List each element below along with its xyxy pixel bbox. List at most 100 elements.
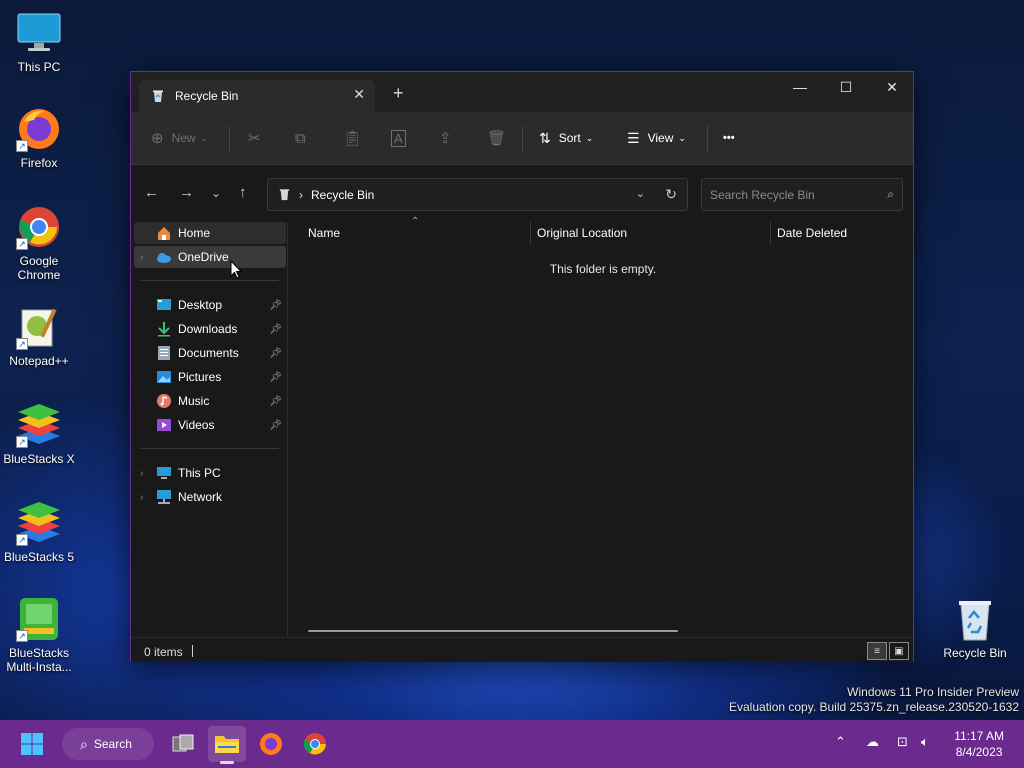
- column-header-name[interactable]: Name: [308, 222, 528, 244]
- sidebar-item-label: Videos: [178, 418, 215, 432]
- rename-button[interactable]: A: [391, 124, 406, 152]
- chrome-icon: ↗: [16, 204, 62, 250]
- taskbar-file-explorer[interactable]: [208, 726, 246, 764]
- large-icons-view-button[interactable]: ▣: [889, 642, 909, 660]
- breadcrumb-separator: ›: [299, 187, 303, 202]
- up-button[interactable]: ↑: [239, 184, 247, 201]
- tab-recycle-bin[interactable]: Recycle Bin ✕: [139, 80, 375, 112]
- desktop-icon-bluestacks-x[interactable]: ↗ BlueStacks X: [0, 402, 78, 466]
- address-bar[interactable]: › Recycle Bin ⌄ ↻: [267, 178, 688, 211]
- taskbar-search[interactable]: ⌕ Search: [62, 728, 154, 760]
- sort-button[interactable]: ⇅ Sort ⌄: [539, 124, 593, 152]
- sidebar-item-downloads[interactable]: Downloads 📌︎: [134, 318, 286, 340]
- sidebar-item-network[interactable]: › Network: [134, 486, 286, 508]
- new-button[interactable]: ⊕ New ⌄: [151, 124, 208, 152]
- view-button[interactable]: ☰ View ⌄: [627, 124, 686, 152]
- sidebar-item-videos[interactable]: Videos 📌︎: [134, 414, 286, 436]
- paste-button[interactable]: 📋︎: [343, 124, 362, 152]
- copy-button[interactable]: ⧉: [295, 124, 306, 152]
- column-header-date-deleted[interactable]: Date Deleted: [777, 222, 907, 244]
- desktop-icon-bluestacks-5[interactable]: ↗ BlueStacks 5: [0, 500, 78, 564]
- pin-icon[interactable]: 📌︎: [269, 420, 282, 431]
- details-view-button[interactable]: ≡: [867, 642, 887, 660]
- desktop-icon-firefox[interactable]: ↗ Firefox: [0, 106, 78, 170]
- status-separator: [192, 645, 193, 657]
- start-button[interactable]: [13, 726, 51, 762]
- sort-arrows-icon: ⇅: [539, 129, 551, 146]
- desktop-icon-bluestacks-multi-instance[interactable]: ↗ BlueStacks Multi-Insta...: [0, 596, 78, 674]
- share-button[interactable]: ⇪: [439, 124, 452, 152]
- tab-close-button[interactable]: ✕: [353, 86, 365, 103]
- shortcut-arrow-icon: ↗: [16, 238, 28, 250]
- sidebar-item-music[interactable]: Music 📌︎: [134, 390, 286, 412]
- sidebar-item-onedrive[interactable]: › OneDrive: [134, 246, 286, 268]
- active-indicator: [220, 761, 234, 764]
- sidebar-item-home[interactable]: Home: [134, 222, 286, 244]
- recycle-bin-icon: [153, 90, 163, 102]
- command-bar: ⊕ New ⌄ ✂ ⧉ 📋︎ A ⇪ 🗑︎ ⇅ Sort ⌄ ☰ View ⌄ …: [131, 112, 913, 165]
- search-input[interactable]: [710, 188, 870, 202]
- desktop-icon-label: BlueStacks X: [3, 452, 75, 466]
- forward-button[interactable]: →: [179, 184, 194, 201]
- pin-icon[interactable]: 📌︎: [269, 348, 282, 359]
- firefox-icon: ↗: [16, 106, 62, 152]
- chevron-up-icon[interactable]: ⌃: [835, 734, 846, 750]
- notepad-plus-plus-icon: ↗: [16, 304, 62, 350]
- desktop-icon-label: This PC: [17, 60, 61, 74]
- pin-icon[interactable]: 📌︎: [269, 372, 282, 383]
- column-separator[interactable]: [770, 222, 771, 244]
- sort-label: Sort: [558, 131, 581, 145]
- desktop-icon-label: BlueStacks Multi-Insta...: [6, 646, 72, 674]
- desktop-icon-recycle-bin[interactable]: Recycle Bin: [936, 596, 1014, 660]
- monitor-icon: [16, 10, 62, 56]
- desktop-icon-this-pc[interactable]: This PC: [0, 10, 78, 74]
- divider: [141, 448, 279, 449]
- sidebar-item-this-pc[interactable]: › This PC: [134, 462, 286, 484]
- sidebar-item-pictures[interactable]: Pictures 📌︎: [134, 366, 286, 388]
- column-header-original-location[interactable]: Original Location: [537, 222, 767, 244]
- clipboard-icon: 📋︎: [343, 130, 363, 147]
- taskbar-chrome[interactable]: [296, 726, 334, 762]
- chevron-right-icon[interactable]: ›: [140, 252, 143, 263]
- view-list-icon: ☰: [627, 129, 640, 146]
- mouse-cursor-icon: [230, 260, 242, 279]
- breadcrumb-recycle-bin[interactable]: Recycle Bin: [311, 188, 374, 202]
- cut-button[interactable]: ✂: [248, 124, 261, 152]
- refresh-icon[interactable]: ↻: [665, 186, 677, 203]
- search-box[interactable]: ⌕: [701, 178, 903, 211]
- see-more-button[interactable]: •••: [723, 124, 735, 152]
- pin-icon[interactable]: 📌︎: [269, 300, 282, 311]
- column-separator[interactable]: [530, 222, 531, 244]
- new-tab-button[interactable]: +: [393, 84, 404, 102]
- desktop-icon-label: BlueStacks 5: [3, 550, 75, 564]
- monitor-icon: [157, 467, 171, 479]
- desktop-icon-chrome[interactable]: ↗ Google Chrome: [0, 204, 78, 282]
- desktop-icon-notepad-plus-plus[interactable]: ↗ Notepad++: [0, 304, 78, 368]
- sidebar-item-documents[interactable]: Documents 📌︎: [134, 342, 286, 364]
- taskbar-firefox[interactable]: [252, 726, 290, 762]
- horizontal-scrollbar[interactable]: [308, 630, 678, 632]
- close-button[interactable]: ✕: [869, 72, 915, 102]
- onedrive-offline-icon[interactable]: ☁: [866, 734, 879, 750]
- network-icon[interactable]: ⊡: [897, 734, 908, 750]
- pin-icon[interactable]: 📌︎: [269, 324, 282, 335]
- delete-button[interactable]: 🗑︎: [487, 124, 506, 152]
- windows-logo-icon: [21, 733, 43, 755]
- sidebar-item-label: Desktop: [178, 298, 223, 312]
- recent-locations-button[interactable]: ⌄: [211, 186, 221, 200]
- clock[interactable]: 11:17 AM 8/4/2023: [954, 728, 1004, 760]
- watermark-line: Evaluation copy. Build 25375.zn_release.…: [729, 700, 1019, 714]
- maximize-button[interactable]: ☐: [823, 72, 869, 102]
- task-view-button[interactable]: [164, 726, 202, 762]
- chevron-down-icon[interactable]: ⌄: [636, 187, 645, 200]
- volume-icon[interactable]: 🔈︎: [921, 734, 929, 750]
- cloud-icon: [157, 253, 171, 263]
- desktop-icon-label: Notepad++: [9, 354, 69, 368]
- back-button[interactable]: ←: [144, 184, 159, 201]
- clock-time: 11:17 AM: [954, 729, 1004, 743]
- pin-icon[interactable]: 📌︎: [269, 396, 282, 407]
- chevron-right-icon[interactable]: ›: [140, 468, 143, 479]
- chevron-right-icon[interactable]: ›: [140, 492, 143, 503]
- sidebar-item-desktop[interactable]: Desktop 📌︎: [134, 294, 286, 316]
- minimize-button[interactable]: —: [777, 72, 823, 102]
